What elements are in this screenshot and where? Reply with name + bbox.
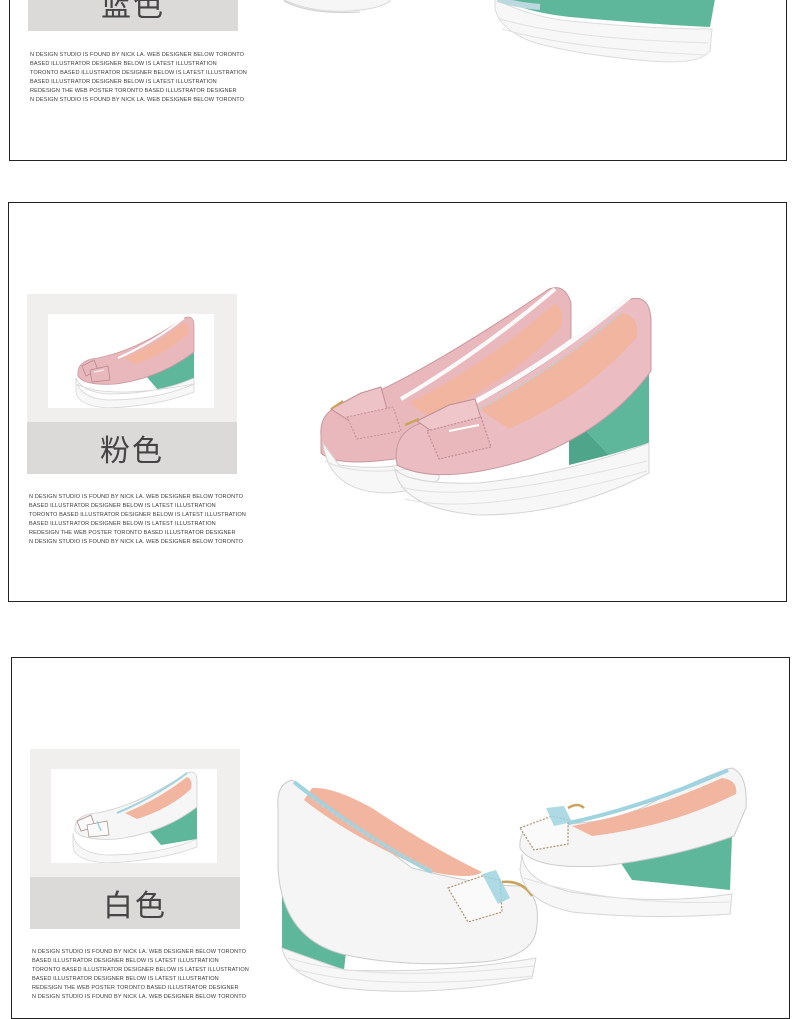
shoe-image-pink <box>320 287 652 516</box>
product-panel-white: 白色 N DESIGN STUDIO IS FOUND BY NICK LA. … <box>11 657 790 1019</box>
shoe-image-white <box>277 767 747 992</box>
product-panel-blue: 蓝色 N DESIGN STUDIO IS FOUND BY NICK LA. … <box>9 0 787 161</box>
shoe-image-blue <box>282 0 715 63</box>
product-panel-pink: 粉色 N DESIGN STUDIO IS FOUND BY NICK LA. … <box>8 202 787 602</box>
